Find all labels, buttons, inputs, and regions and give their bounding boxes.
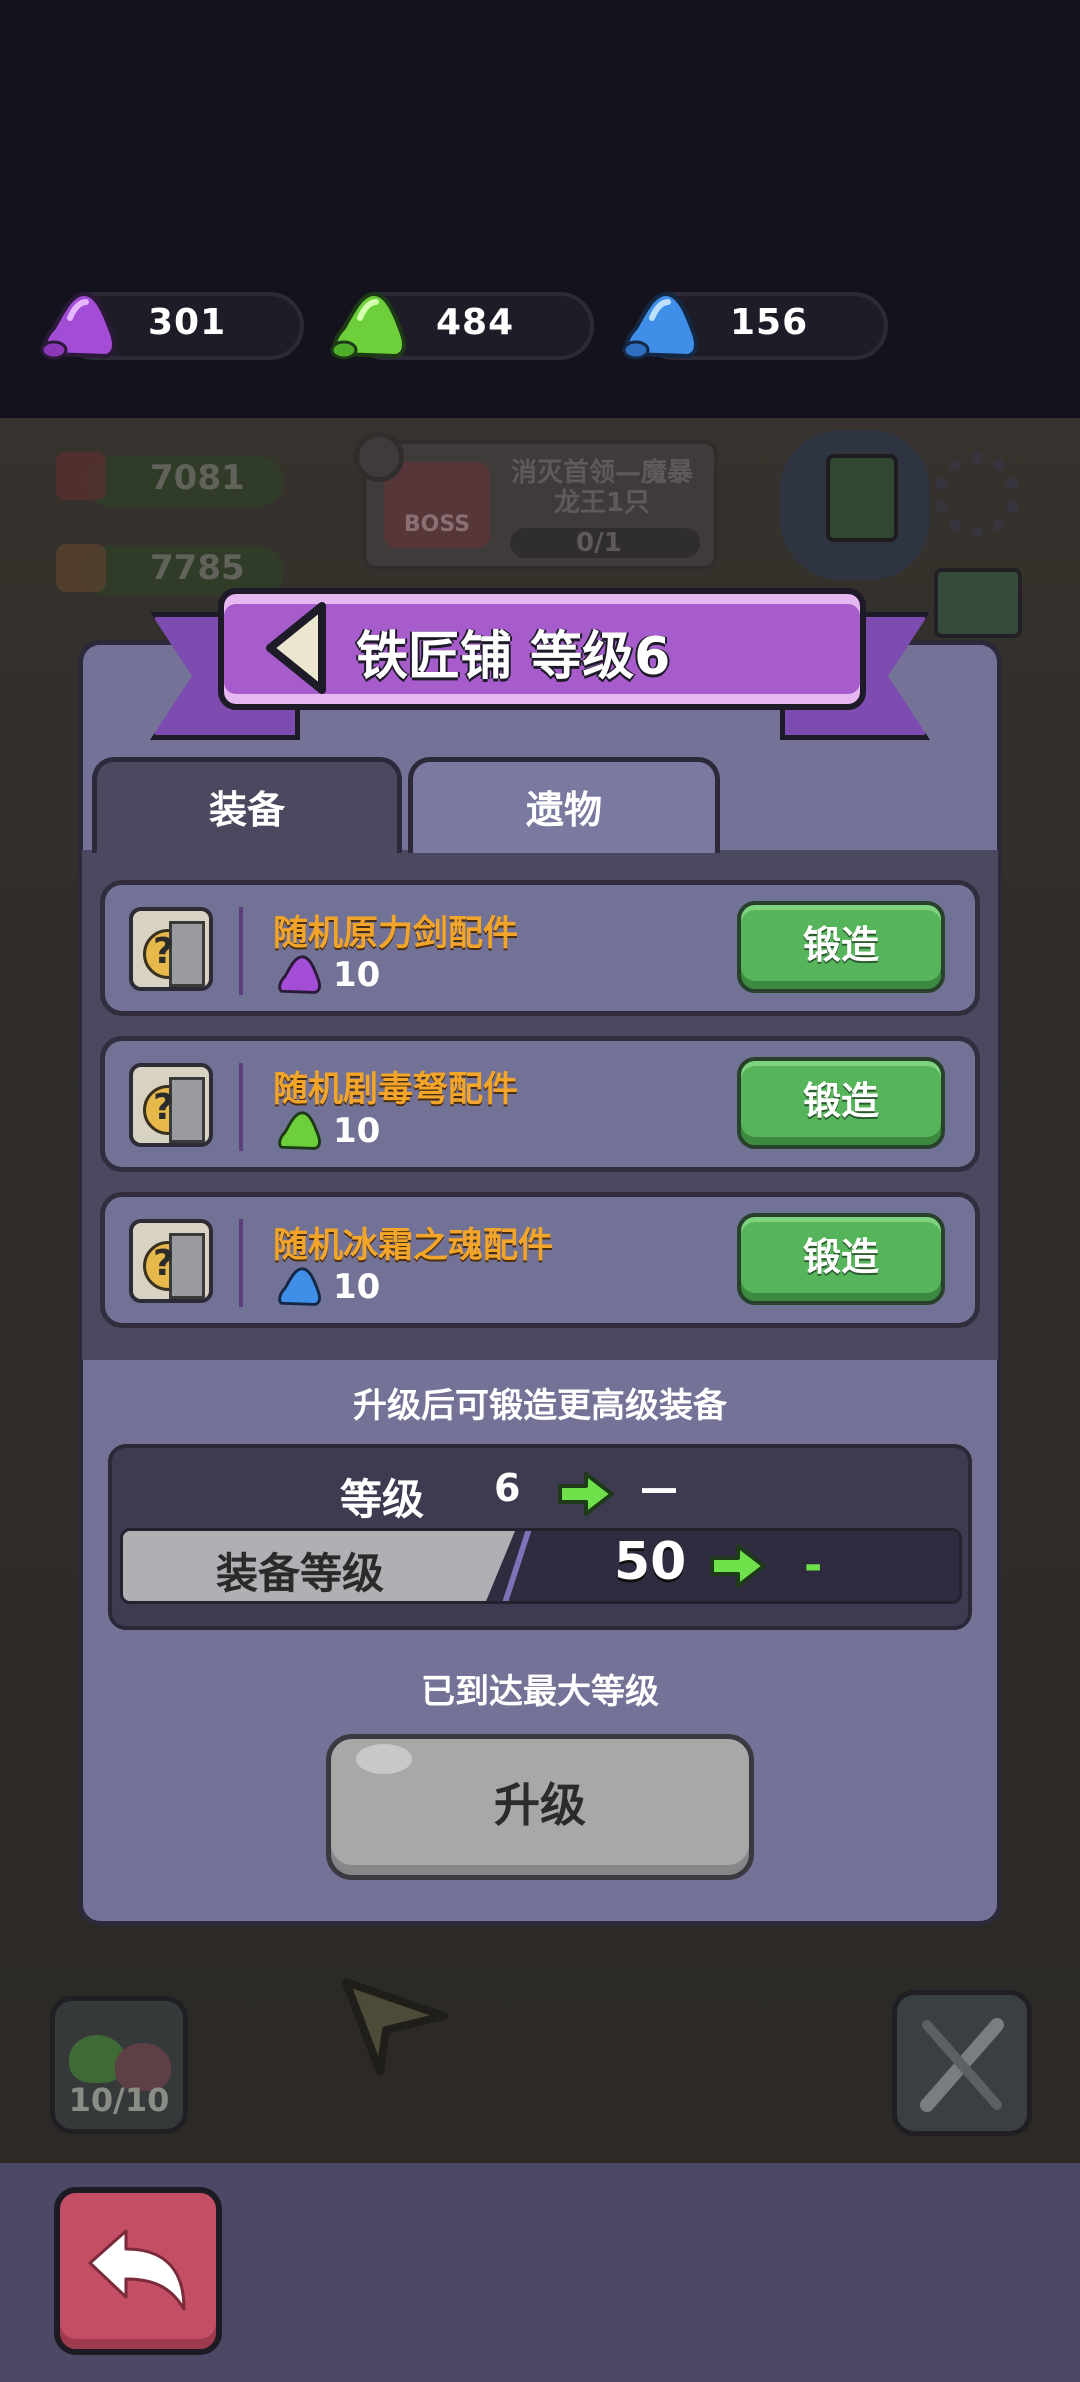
item-cost: 10 — [333, 955, 381, 995]
direction-arrow-icon — [342, 1978, 448, 2076]
level-next: — — [640, 1466, 678, 1510]
arrow-right-icon — [558, 1472, 614, 1516]
button-shine — [356, 1744, 412, 1774]
green-resource-value: 484 — [436, 302, 515, 343]
crossed-weapons-icon — [920, 2018, 1004, 2112]
random-part-icon: ? — [129, 1219, 213, 1303]
item-name: 随机剧毒弩配件 — [273, 1070, 519, 1110]
forge-button[interactable]: 锻造 — [737, 1057, 945, 1149]
forge-item-row: ? 随机剧毒弩配件 10 锻造 — [100, 1036, 980, 1172]
back-button[interactable] — [54, 2187, 222, 2355]
row-divider — [239, 1063, 243, 1151]
blue-slime-icon — [278, 1267, 321, 1306]
purple-slime-icon — [278, 955, 321, 994]
back-triangle-icon[interactable] — [260, 598, 332, 698]
equipment-level-label: 装备等级 — [216, 1549, 385, 1598]
forge-button[interactable]: 锻造 — [737, 1213, 945, 1305]
level-label: 等级 — [340, 1475, 425, 1524]
blue-slime-icon — [622, 291, 698, 360]
row-divider — [239, 907, 243, 995]
random-part-icon: ? — [129, 1063, 213, 1147]
page-title: 铁匠铺 等级6 — [356, 627, 671, 687]
back-arrow-icon — [88, 2229, 186, 2311]
item-name: 随机冰霜之魂配件 — [273, 1226, 554, 1266]
max-level-text: 已到达最大等级 — [421, 1672, 659, 1712]
battle-button[interactable] — [892, 1990, 1032, 2136]
upgrade-hint: 升级后可锻造更高级装备 — [353, 1386, 727, 1426]
random-part-icon: ? — [129, 907, 213, 991]
equipment-level-current: 50 — [614, 1532, 687, 1592]
tab-relics[interactable]: 遗物 — [408, 757, 720, 853]
arrow-right-icon — [710, 1544, 766, 1588]
purple-resource-value: 301 — [148, 302, 227, 343]
forge-item-row: ? 随机原力剑配件 10 锻造 — [100, 880, 980, 1016]
slime-squad-button[interactable]: 10/10 — [50, 1996, 188, 2134]
tab-equipment[interactable]: 装备 — [92, 757, 402, 853]
item-name: 随机原力剑配件 — [273, 914, 519, 954]
green-slime-icon — [278, 1111, 321, 1150]
item-cost: 10 — [333, 1267, 381, 1307]
slime-count: 10/10 — [68, 2081, 170, 2119]
row-divider — [239, 1219, 243, 1307]
forge-button[interactable]: 锻造 — [737, 901, 945, 993]
purple-slime-icon — [40, 291, 116, 360]
item-cost: 10 — [333, 1111, 381, 1151]
green-slime-icon — [330, 291, 406, 360]
forge-item-row: ? 随机冰霜之魂配件 10 锻造 — [100, 1192, 980, 1328]
level-current: 6 — [494, 1466, 521, 1510]
equipment-level-next: - — [804, 1540, 823, 1591]
blue-resource-value: 156 — [730, 302, 809, 343]
top-bar: 301 484 156 — [0, 0, 1080, 418]
